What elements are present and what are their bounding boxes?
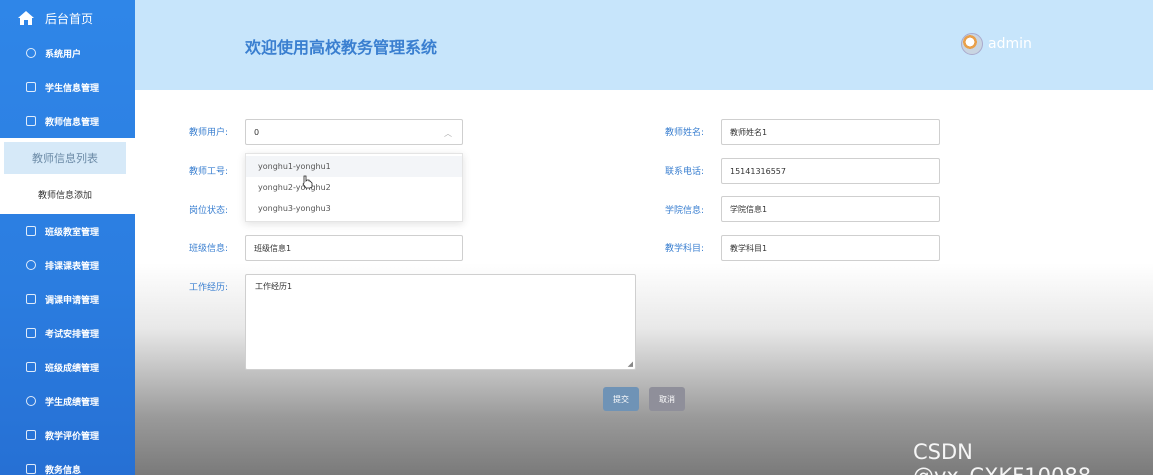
sidebar-item-label: 教师信息管理: [45, 117, 100, 128]
sidebar-item-student-info[interactable]: 学生信息管理: [0, 70, 135, 104]
home-icon: [18, 11, 34, 25]
chevron-up-icon: ︿: [444, 129, 452, 138]
sidebar-item-classroom[interactable]: 班级教室管理: [0, 214, 135, 248]
college-value: 学院信息1: [730, 204, 768, 214]
monitor-icon: [26, 294, 36, 304]
sidebar-item-system-users[interactable]: 系统用户: [0, 36, 135, 70]
teacher-user-value: 0: [254, 127, 260, 137]
cloud-icon: [26, 396, 36, 406]
sidebar-item-course-change[interactable]: 调课申请管理: [0, 282, 135, 316]
file-icon: [26, 328, 36, 338]
sidebar-item-class-scores[interactable]: 班级成绩管理: [0, 350, 135, 384]
teacher-user-dropdown: yonghu1-yonghu1 yonghu2-yonghu2 yonghu3-…: [245, 153, 463, 222]
post-status-label: 岗位状态:: [189, 206, 229, 216]
sidebar-item-schedule[interactable]: 排课课表管理: [0, 248, 135, 282]
teacher-no-label: 教师工号:: [189, 167, 229, 177]
sidebar-item-label: 学生信息管理: [45, 83, 100, 94]
sidebar-item-teaching-eval[interactable]: 教学评价管理: [0, 418, 135, 452]
header: 欢迎使用高校教务管理系统 admin: [135, 0, 1153, 90]
subject-label: 教学科目:: [665, 244, 705, 254]
submenu-teacher-list[interactable]: 教师信息列表: [4, 142, 126, 174]
avatar: [961, 33, 983, 55]
file-icon: [26, 464, 36, 474]
phone-value: 15141316557: [730, 166, 786, 176]
watermark: CSDN @vx_CXKF10088: [913, 440, 1091, 475]
teacher-name-value: 教师姓名1: [730, 127, 768, 137]
sidebar-item-label: 班级教室管理: [45, 227, 100, 238]
sidebar-item-label: 教学评价管理: [45, 431, 100, 442]
experience-value: 工作经历1: [255, 282, 293, 291]
sidebar-item-label: 教务信息: [45, 465, 82, 475]
sidebar-item-label: 班级成绩管理: [45, 363, 100, 374]
college-field[interactable]: 学院信息1: [721, 196, 940, 222]
hand-cursor-icon: [302, 175, 313, 189]
form-area: 教师用户: 0 ︿ 教师姓名: 教师姓名1 教师工号: 联系电话: 151413…: [135, 90, 1153, 475]
sidebar-item-label: 调课申请管理: [45, 295, 100, 306]
experience-textarea[interactable]: 工作经历1 ◢: [245, 274, 636, 370]
sidebar-submenu: 教师信息列表 教师信息添加: [0, 138, 135, 214]
phone-label: 联系电话:: [665, 167, 705, 177]
sidebar-item-student-scores[interactable]: 学生成绩管理: [0, 384, 135, 418]
phone-field[interactable]: 15141316557: [721, 158, 940, 184]
submenu-teacher-add[interactable]: 教师信息添加: [4, 178, 126, 210]
sidebar-item-label: 排课课表管理: [45, 261, 100, 272]
sidebar-item-academic-info[interactable]: 教务信息: [0, 452, 135, 475]
edit-icon: [26, 82, 36, 92]
experience-label: 工作经历:: [189, 283, 229, 293]
college-label: 学院信息:: [665, 206, 705, 216]
edit-icon: [26, 116, 36, 126]
subject-field[interactable]: 教学科目1: [721, 235, 940, 261]
cancel-button[interactable]: 取消: [649, 387, 685, 411]
class-value: 班级信息1: [254, 243, 292, 253]
sidebar-item-label: 考试安排管理: [45, 329, 100, 340]
subject-value: 教学科目1: [730, 243, 768, 253]
teacher-name-field[interactable]: 教师姓名1: [721, 119, 940, 145]
teacher-name-label: 教师姓名:: [665, 128, 705, 138]
sidebar-item-label: 学生成绩管理: [45, 397, 100, 408]
teacher-user-select[interactable]: 0 ︿: [245, 119, 463, 145]
sidebar-home-label: 后台首页: [45, 11, 94, 26]
teacher-user-label: 教师用户:: [189, 128, 229, 138]
sidebar: 后台首页 系统用户 学生信息管理 教师信息管理 教师信息列表 教师信息添加 班级…: [0, 0, 135, 475]
class-label: 班级信息:: [189, 244, 229, 254]
edit-icon: [26, 362, 36, 372]
resize-handle-icon[interactable]: ◢: [628, 360, 633, 368]
cloud-icon: [26, 48, 36, 58]
sidebar-item-label: 系统用户: [45, 49, 82, 60]
dropdown-option[interactable]: yonghu2-yonghu2: [246, 177, 462, 198]
username: admin: [988, 36, 1032, 52]
edit-icon: [26, 430, 36, 440]
dropdown-option[interactable]: yonghu3-yonghu3: [246, 198, 462, 219]
sidebar-home[interactable]: 后台首页: [0, 0, 135, 36]
page-title: 欢迎使用高校教务管理系统: [245, 38, 438, 57]
edit-icon: [26, 226, 36, 236]
cloud-icon: [26, 260, 36, 270]
user-menu[interactable]: admin: [961, 33, 1032, 55]
dropdown-option[interactable]: yonghu1-yonghu1: [246, 156, 462, 177]
sidebar-item-teacher-info[interactable]: 教师信息管理: [0, 104, 135, 138]
class-field[interactable]: 班级信息1: [245, 235, 463, 261]
sidebar-item-exam[interactable]: 考试安排管理: [0, 316, 135, 350]
submit-button[interactable]: 提交: [603, 387, 639, 411]
